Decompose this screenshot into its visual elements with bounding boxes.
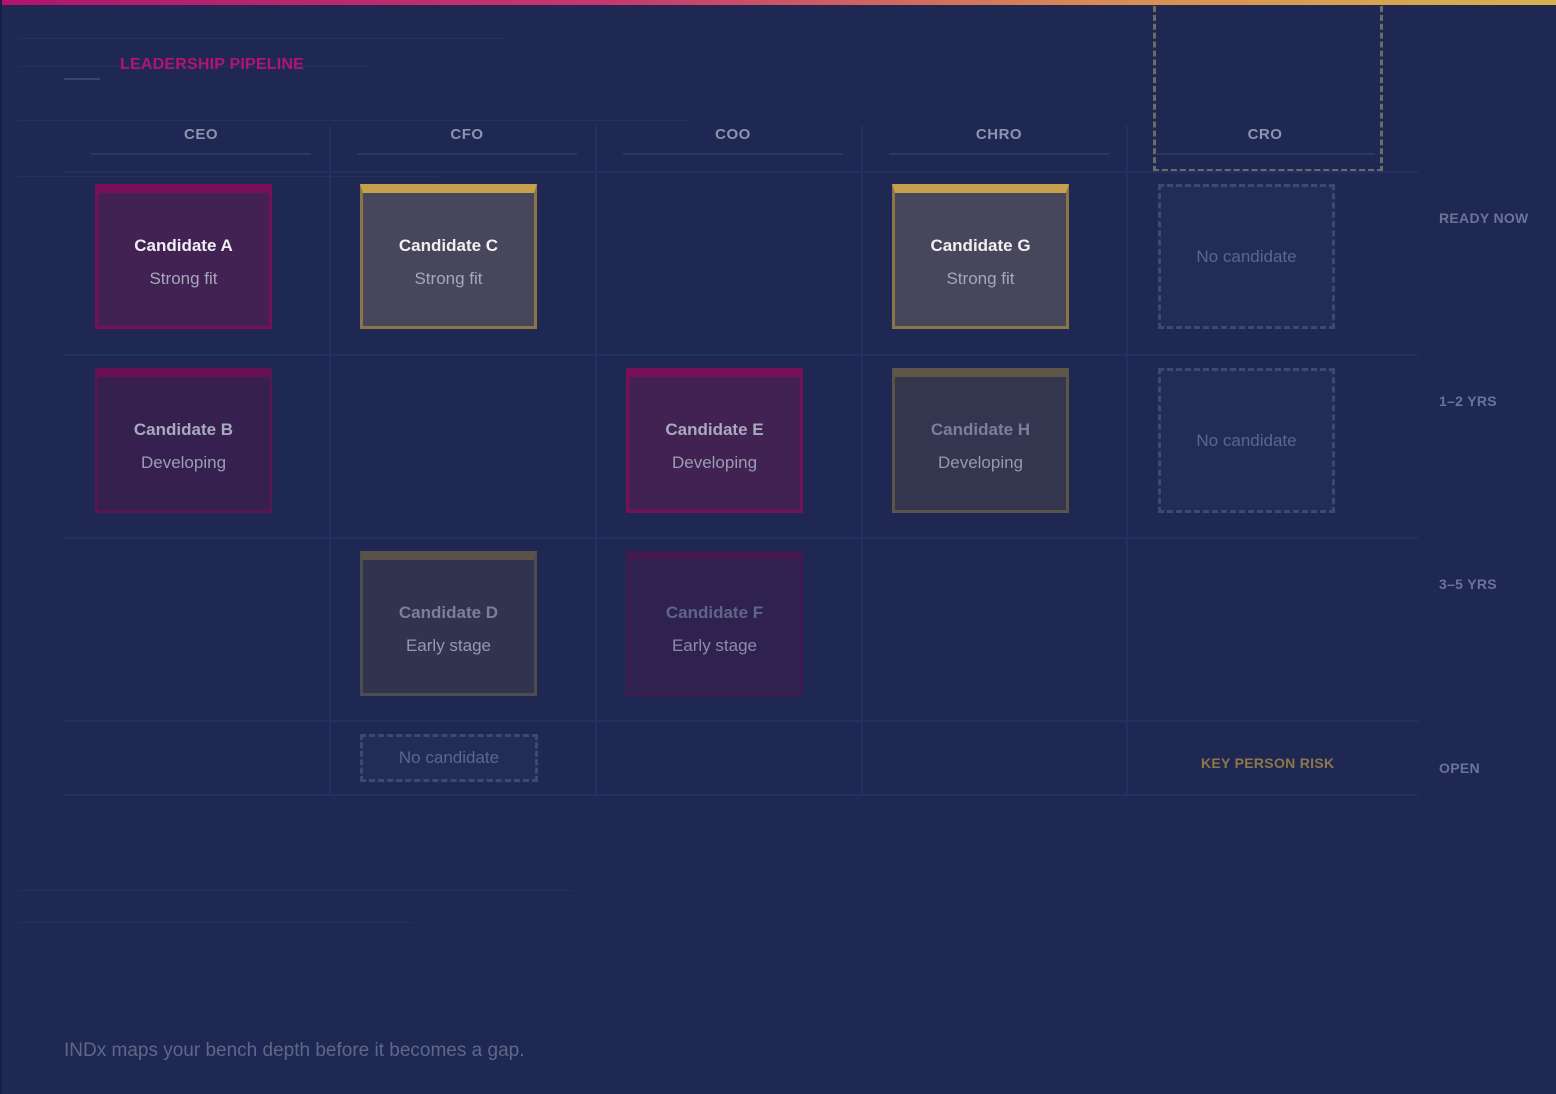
empty-slot: No candidate	[360, 734, 538, 782]
candidate-card[interactable]: Candidate G Strong fit	[892, 184, 1069, 329]
candidate-name: Candidate F	[665, 603, 764, 622]
candidate-status: Strong fit	[149, 269, 218, 288]
grid-row-line	[64, 794, 1418, 796]
column-header-coo: COO	[715, 126, 751, 143]
candidate-status: Early stage	[671, 636, 758, 655]
decorative-line	[18, 922, 413, 923]
candidate-card[interactable]: Candidate C Strong fit	[360, 184, 537, 329]
row-label-1-2-yrs: 1–2 YRS	[1439, 393, 1497, 409]
column-rule	[889, 153, 1109, 155]
column-rule	[357, 153, 577, 155]
column-header-cro: CRO	[1247, 126, 1283, 143]
column-header-ceo: CEO	[183, 126, 218, 143]
top-gradient-bar	[2, 0, 1556, 5]
grid-divider	[329, 126, 331, 796]
empty-slot: No candidate	[1158, 184, 1335, 329]
candidate-card[interactable]: Candidate E Developing	[626, 368, 803, 513]
candidate-name: Candidate H	[930, 420, 1031, 439]
candidate-card[interactable]: Candidate A Strong fit	[95, 184, 272, 329]
candidate-card[interactable]: Candidate F Early stage	[626, 551, 803, 696]
grid-divider	[595, 126, 597, 796]
candidate-name: Candidate E	[665, 420, 764, 439]
candidate-name: Candidate A	[134, 236, 233, 255]
candidate-card[interactable]: Candidate B Developing	[95, 368, 272, 513]
column-header-chro: CHRO	[975, 126, 1023, 143]
candidate-status: Developing	[140, 453, 227, 472]
decorative-line	[18, 176, 438, 177]
column-header-cfo: CFO	[450, 126, 484, 143]
candidate-status: Developing	[937, 453, 1024, 472]
row-label-3-5-yrs: 3–5 YRS	[1439, 576, 1497, 592]
page-title: LEADERSHIP PIPELINE	[120, 56, 304, 73]
decorative-line	[18, 120, 688, 121]
row-label-open: OPEN	[1439, 760, 1480, 776]
column-rule	[1155, 153, 1375, 155]
empty-slot: No candidate	[1158, 368, 1335, 513]
footer-tagline: INDx maps your bench depth before it bec…	[64, 1040, 525, 1061]
grid-divider	[1126, 126, 1128, 796]
decorative-line	[18, 890, 573, 891]
candidate-status: Strong fit	[946, 269, 1015, 288]
column-rule	[623, 153, 843, 155]
candidate-status: Developing	[671, 453, 758, 472]
row-label-ready-now: READY NOW	[1439, 210, 1529, 226]
grid-row-line	[64, 537, 1418, 539]
candidate-name: Candidate B	[133, 420, 234, 439]
grid-divider	[861, 126, 863, 796]
candidate-status: Strong fit	[414, 269, 483, 288]
title-tick-mark	[64, 78, 100, 80]
candidate-name: Candidate G	[930, 236, 1031, 255]
cro-highlight-outline	[1153, 6, 1383, 172]
decorative-line	[18, 38, 508, 39]
candidate-card[interactable]: Candidate H Developing	[892, 368, 1069, 513]
grid-row-line	[64, 354, 1418, 356]
candidate-name: Candidate D	[398, 603, 499, 622]
column-rule	[91, 153, 311, 155]
key-person-risk-label: KEY PERSON RISK	[1201, 755, 1335, 771]
grid-row-line	[64, 720, 1418, 722]
candidate-status: Early stage	[405, 636, 492, 655]
grid-row-line	[64, 171, 1418, 173]
candidate-card[interactable]: Candidate D Early stage	[360, 551, 537, 696]
candidate-name: Candidate C	[398, 236, 499, 255]
